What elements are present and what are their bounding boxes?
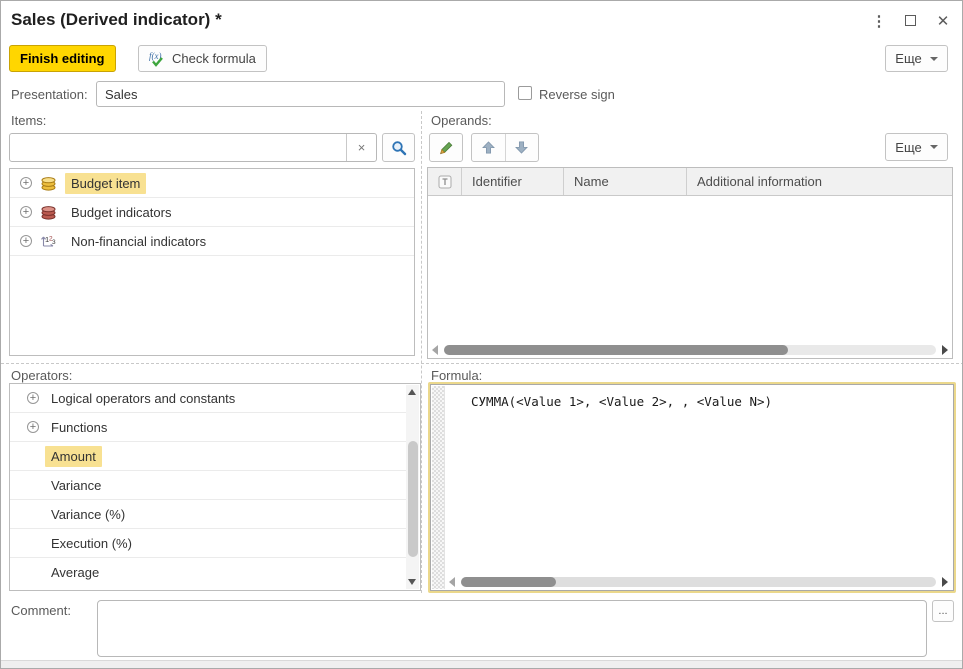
search-icon bbox=[391, 140, 406, 155]
operands-table: Identifier Name Additional information bbox=[427, 167, 953, 359]
row-marker-column-header[interactable] bbox=[428, 168, 462, 195]
move-buttons-group bbox=[471, 133, 539, 162]
finish-editing-label: Finish editing bbox=[20, 51, 105, 66]
formula-hscroll-thumb[interactable] bbox=[461, 576, 556, 587]
more-button-operands-label: Еще bbox=[895, 139, 922, 155]
finish-editing-button[interactable]: Finish editing bbox=[9, 45, 116, 72]
expand-icon[interactable]: + bbox=[27, 421, 39, 433]
close-icon[interactable]: ✕ bbox=[935, 12, 951, 30]
items-tree-panel: + Budget item + Budget indicators + 1 2 … bbox=[9, 168, 415, 356]
operator-item-logical[interactable]: + Logical operators and constants bbox=[10, 384, 406, 413]
vertical-splitter[interactable] bbox=[421, 111, 422, 593]
page-title: Sales (Derived indicator) * bbox=[11, 10, 222, 29]
check-formula-button[interactable]: f(x) Check formula bbox=[138, 45, 267, 72]
operator-item-variance[interactable]: Variance bbox=[10, 471, 406, 500]
formula-label: Formula: bbox=[431, 368, 483, 383]
operator-label: Logical operators and constants bbox=[51, 390, 236, 406]
operators-vscroll-thumb[interactable] bbox=[407, 441, 418, 557]
operands-hscroll-thumb[interactable] bbox=[444, 345, 789, 355]
operator-label: Average bbox=[51, 565, 100, 580]
items-label: Items: bbox=[11, 113, 47, 128]
comment-input[interactable] bbox=[97, 600, 927, 657]
expand-icon[interactable]: + bbox=[20, 235, 32, 247]
scroll-right-icon[interactable] bbox=[942, 576, 948, 587]
operator-item-functions[interactable]: + Functions bbox=[10, 413, 406, 442]
formula-editor[interactable]: СУММА(<Value 1>, <Value 2>, , <Value N>) bbox=[428, 382, 956, 593]
tree-item-non-financial[interactable]: + 1 2 3 Non-financial indicators bbox=[10, 227, 414, 256]
operands-hscrollbar[interactable] bbox=[428, 343, 952, 357]
move-down-button[interactable] bbox=[506, 134, 539, 161]
window-footer bbox=[1, 660, 962, 668]
operator-item-variance-pct[interactable]: Variance (%) bbox=[10, 500, 406, 529]
operator-item-amount[interactable]: Amount bbox=[10, 442, 406, 471]
chevron-down-icon bbox=[929, 56, 938, 61]
more-button-operands[interactable]: Еще bbox=[885, 133, 948, 161]
column-header-name[interactable]: Name bbox=[564, 168, 687, 195]
clear-search-icon[interactable]: × bbox=[346, 134, 376, 161]
tree-item-budget-indicators[interactable]: + Budget indicators bbox=[10, 198, 414, 227]
column-header-identifier[interactable]: Identifier bbox=[462, 168, 564, 195]
formula-text[interactable]: СУММА(<Value 1>, <Value 2>, , <Value N>) bbox=[471, 394, 772, 409]
coins-gold-icon bbox=[41, 176, 56, 191]
tree-item-label: Budget item bbox=[65, 172, 147, 194]
maximize-icon[interactable] bbox=[905, 15, 916, 26]
tree-item-label: Non-financial indicators bbox=[71, 233, 207, 249]
formula-gutter bbox=[432, 386, 445, 589]
maximize-box bbox=[905, 15, 916, 26]
chevron-down-icon bbox=[929, 145, 938, 149]
reverse-sign-checkbox[interactable] bbox=[518, 86, 532, 100]
operands-table-body[interactable] bbox=[428, 196, 952, 342]
operator-item-average[interactable]: Average bbox=[10, 558, 406, 587]
column-header-additional[interactable]: Additional information bbox=[687, 168, 952, 195]
numeric-axis-icon: 1 2 3 bbox=[41, 235, 56, 247]
expand-icon[interactable]: + bbox=[20, 206, 32, 218]
operator-item-execution-pct[interactable]: Execution (%) bbox=[10, 529, 406, 558]
arrow-up-icon bbox=[481, 141, 495, 154]
operands-table-header: Identifier Name Additional information bbox=[428, 168, 952, 196]
presentation-label: Presentation: bbox=[11, 87, 88, 102]
edit-operand-button[interactable] bbox=[429, 133, 463, 162]
operator-label: Execution (%) bbox=[51, 535, 132, 551]
more-button-top-label: Еще bbox=[895, 51, 922, 66]
operators-tree-panel: + Logical operators and constants + Func… bbox=[9, 383, 421, 591]
coins-red-icon bbox=[41, 205, 56, 220]
comment-ellipsis-button[interactable]: ... bbox=[932, 600, 954, 622]
move-up-button[interactable] bbox=[472, 134, 506, 161]
items-search-field[interactable]: × bbox=[9, 133, 377, 162]
formula-hscrollbar[interactable] bbox=[446, 575, 951, 588]
operands-label: Operands: bbox=[431, 113, 492, 128]
expand-icon[interactable]: + bbox=[27, 392, 39, 404]
operator-label: Variance (%) bbox=[51, 506, 126, 522]
scroll-up-icon[interactable] bbox=[408, 389, 416, 395]
more-button-top[interactable]: Еще bbox=[885, 45, 948, 72]
operator-label: Amount bbox=[45, 445, 102, 467]
arrow-down-icon bbox=[515, 141, 529, 154]
comment-label: Comment: bbox=[11, 603, 71, 618]
more-menu-icon[interactable]: ⋮ bbox=[871, 12, 887, 30]
operator-label: Variance bbox=[51, 477, 102, 493]
operators-vscrollbar[interactable] bbox=[406, 385, 419, 589]
scroll-down-icon[interactable] bbox=[408, 579, 416, 585]
reverse-sign-label: Reverse sign bbox=[539, 87, 615, 102]
operators-label: Operators: bbox=[11, 368, 73, 383]
scroll-left-icon[interactable] bbox=[449, 576, 455, 587]
row-marker-icon bbox=[438, 175, 451, 188]
horizontal-splitter[interactable] bbox=[1, 363, 962, 364]
search-button[interactable] bbox=[382, 133, 415, 162]
scroll-right-icon[interactable] bbox=[942, 345, 948, 355]
check-formula-label: Check formula bbox=[172, 51, 256, 66]
derived-indicator-window: Sales (Derived indicator) * ⋮ ✕ Finish e… bbox=[0, 0, 963, 669]
search-input[interactable] bbox=[10, 134, 346, 161]
formula-hscroll-track[interactable] bbox=[461, 576, 936, 587]
operator-label: Functions bbox=[51, 419, 108, 435]
check-formula-icon: f(x) bbox=[149, 51, 163, 67]
scroll-left-icon[interactable] bbox=[432, 345, 438, 355]
presentation-input[interactable] bbox=[96, 81, 505, 107]
pencil-icon bbox=[439, 141, 452, 155]
operands-hscroll-track[interactable] bbox=[444, 345, 936, 355]
svg-text:3: 3 bbox=[52, 239, 56, 246]
expand-icon[interactable]: + bbox=[20, 177, 32, 189]
tree-item-label: Budget indicators bbox=[71, 204, 172, 220]
tree-item-budget-item[interactable]: + Budget item bbox=[10, 169, 414, 198]
